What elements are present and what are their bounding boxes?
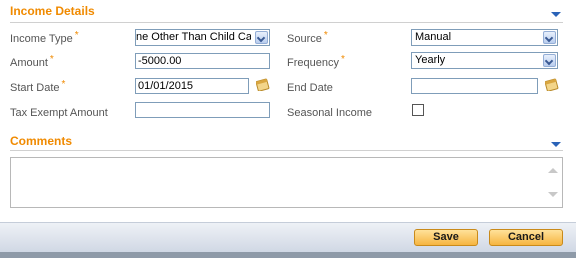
- chevron-down-icon[interactable]: [543, 31, 556, 44]
- calendar-icon[interactable]: [256, 77, 270, 91]
- seasonal-income-label: Seasonal Income: [287, 107, 372, 119]
- frequency-label: Frequency *: [287, 54, 345, 69]
- tax-exempt-amount-label: Tax Exempt Amount: [10, 107, 108, 119]
- chevron-down-icon[interactable]: [551, 12, 561, 17]
- seasonal-income-checkbox[interactable]: [412, 104, 424, 116]
- scroll-up-icon[interactable]: [548, 168, 558, 173]
- amount-label: Amount *: [10, 54, 54, 69]
- amount-input[interactable]: -5000.00: [135, 53, 270, 69]
- footer-divider: [0, 252, 576, 258]
- end-date-input[interactable]: [411, 78, 538, 94]
- start-date-input[interactable]: 01/01/2015: [135, 78, 249, 94]
- save-button[interactable]: Save: [414, 229, 478, 246]
- scroll-down-icon[interactable]: [548, 192, 558, 197]
- income-details-header: Income Details: [10, 4, 563, 23]
- comments-title: Comments: [10, 134, 73, 148]
- chevron-down-icon[interactable]: [543, 54, 556, 67]
- comments-header: Comments: [10, 134, 563, 151]
- chevron-down-icon[interactable]: [551, 142, 561, 147]
- end-date-label: End Date: [287, 82, 333, 94]
- frequency-select[interactable]: Yearly: [411, 52, 558, 69]
- tax-exempt-amount-input[interactable]: [135, 102, 270, 118]
- cancel-button[interactable]: Cancel: [489, 229, 563, 246]
- comments-textarea[interactable]: [10, 157, 563, 208]
- start-date-label: Start Date *: [10, 79, 66, 94]
- income-type-select[interactable]: ne Other Than Child Care: [135, 29, 270, 46]
- source-select[interactable]: Manual: [411, 29, 558, 46]
- income-type-label: Income Type *: [10, 30, 79, 45]
- calendar-icon[interactable]: [545, 77, 559, 91]
- chevron-down-icon[interactable]: [255, 31, 268, 44]
- source-label: Source *: [287, 30, 328, 45]
- income-details-title: Income Details: [10, 4, 95, 18]
